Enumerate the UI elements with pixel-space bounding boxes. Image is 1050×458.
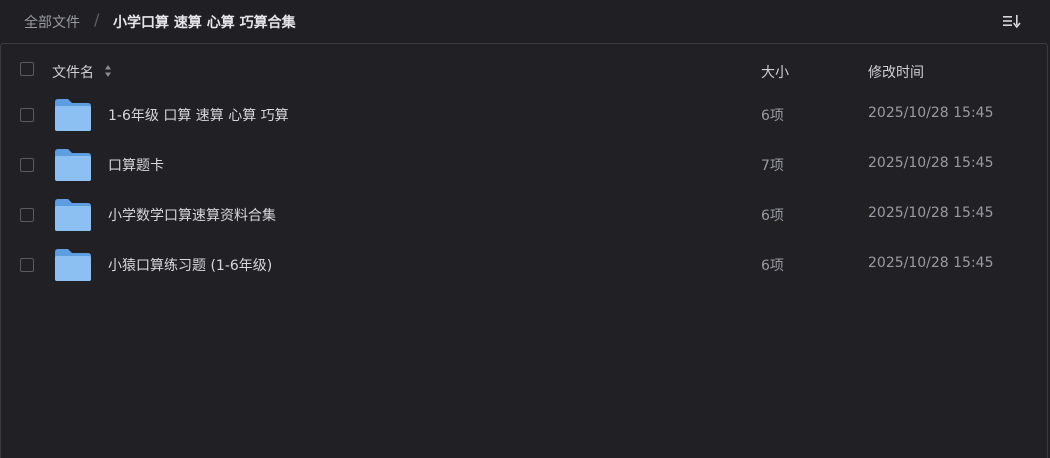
file-size: 7项	[761, 158, 784, 174]
table-row[interactable]: 口算题卡 7项 2025/10/28 15:45	[1, 140, 1047, 190]
folder-icon	[55, 249, 91, 281]
breadcrumb: 全部文件 / 小学口算 速算 心算 巧算合集	[0, 0, 1050, 43]
sort-list-icon[interactable]	[1000, 10, 1024, 32]
table-row[interactable]: 小学数学口算速算资料合集 6项 2025/10/28 15:45	[1, 190, 1047, 240]
folder-icon	[55, 99, 91, 131]
breadcrumb-separator: /	[94, 10, 100, 29]
table-row[interactable]: 1-6年级 口算 速算 心算 巧算 6项 2025/10/28 15:45	[1, 90, 1047, 140]
file-name[interactable]: 口算题卡	[108, 155, 164, 175]
column-header-name[interactable]: 文件名	[52, 62, 94, 82]
file-size: 6项	[761, 108, 784, 124]
breadcrumb-current: 小学口算 速算 心算 巧算合集	[113, 15, 296, 31]
file-size: 6项	[761, 258, 784, 274]
column-header-size[interactable]: 大小	[761, 62, 789, 82]
file-browser: 全部文件 / 小学口算 速算 心算 巧算合集 文件名 大小 修改时间 1-6年级…	[0, 0, 1050, 458]
folder-icon	[55, 149, 91, 181]
file-name[interactable]: 小学数学口算速算资料合集	[108, 205, 276, 225]
table-header: 文件名 大小 修改时间	[1, 44, 1047, 96]
file-modified-time: 2025/10/28 15:45	[868, 105, 994, 121]
folder-icon	[55, 199, 91, 231]
file-name[interactable]: 1-6年级 口算 速算 心算 巧算	[108, 105, 289, 125]
file-modified-time: 2025/10/28 15:45	[868, 155, 994, 171]
row-checkbox[interactable]	[20, 258, 34, 272]
select-all-checkbox[interactable]	[20, 62, 34, 76]
file-list-panel: 文件名 大小 修改时间 1-6年级 口算 速算 心算 巧算 6项 2025/10…	[0, 43, 1048, 458]
breadcrumb-root[interactable]: 全部文件	[24, 12, 80, 32]
row-checkbox[interactable]	[20, 158, 34, 172]
file-size: 6项	[761, 208, 784, 224]
column-header-modified[interactable]: 修改时间	[868, 62, 924, 82]
file-name[interactable]: 小猿口算练习题 (1-6年级)	[108, 255, 272, 275]
row-checkbox[interactable]	[20, 208, 34, 222]
table-row[interactable]: 小猿口算练习题 (1-6年级) 6项 2025/10/28 15:45	[1, 240, 1047, 290]
sort-arrows-icon[interactable]	[104, 64, 112, 78]
file-modified-time: 2025/10/28 15:45	[868, 205, 994, 221]
file-modified-time: 2025/10/28 15:45	[868, 255, 994, 271]
row-checkbox[interactable]	[20, 108, 34, 122]
